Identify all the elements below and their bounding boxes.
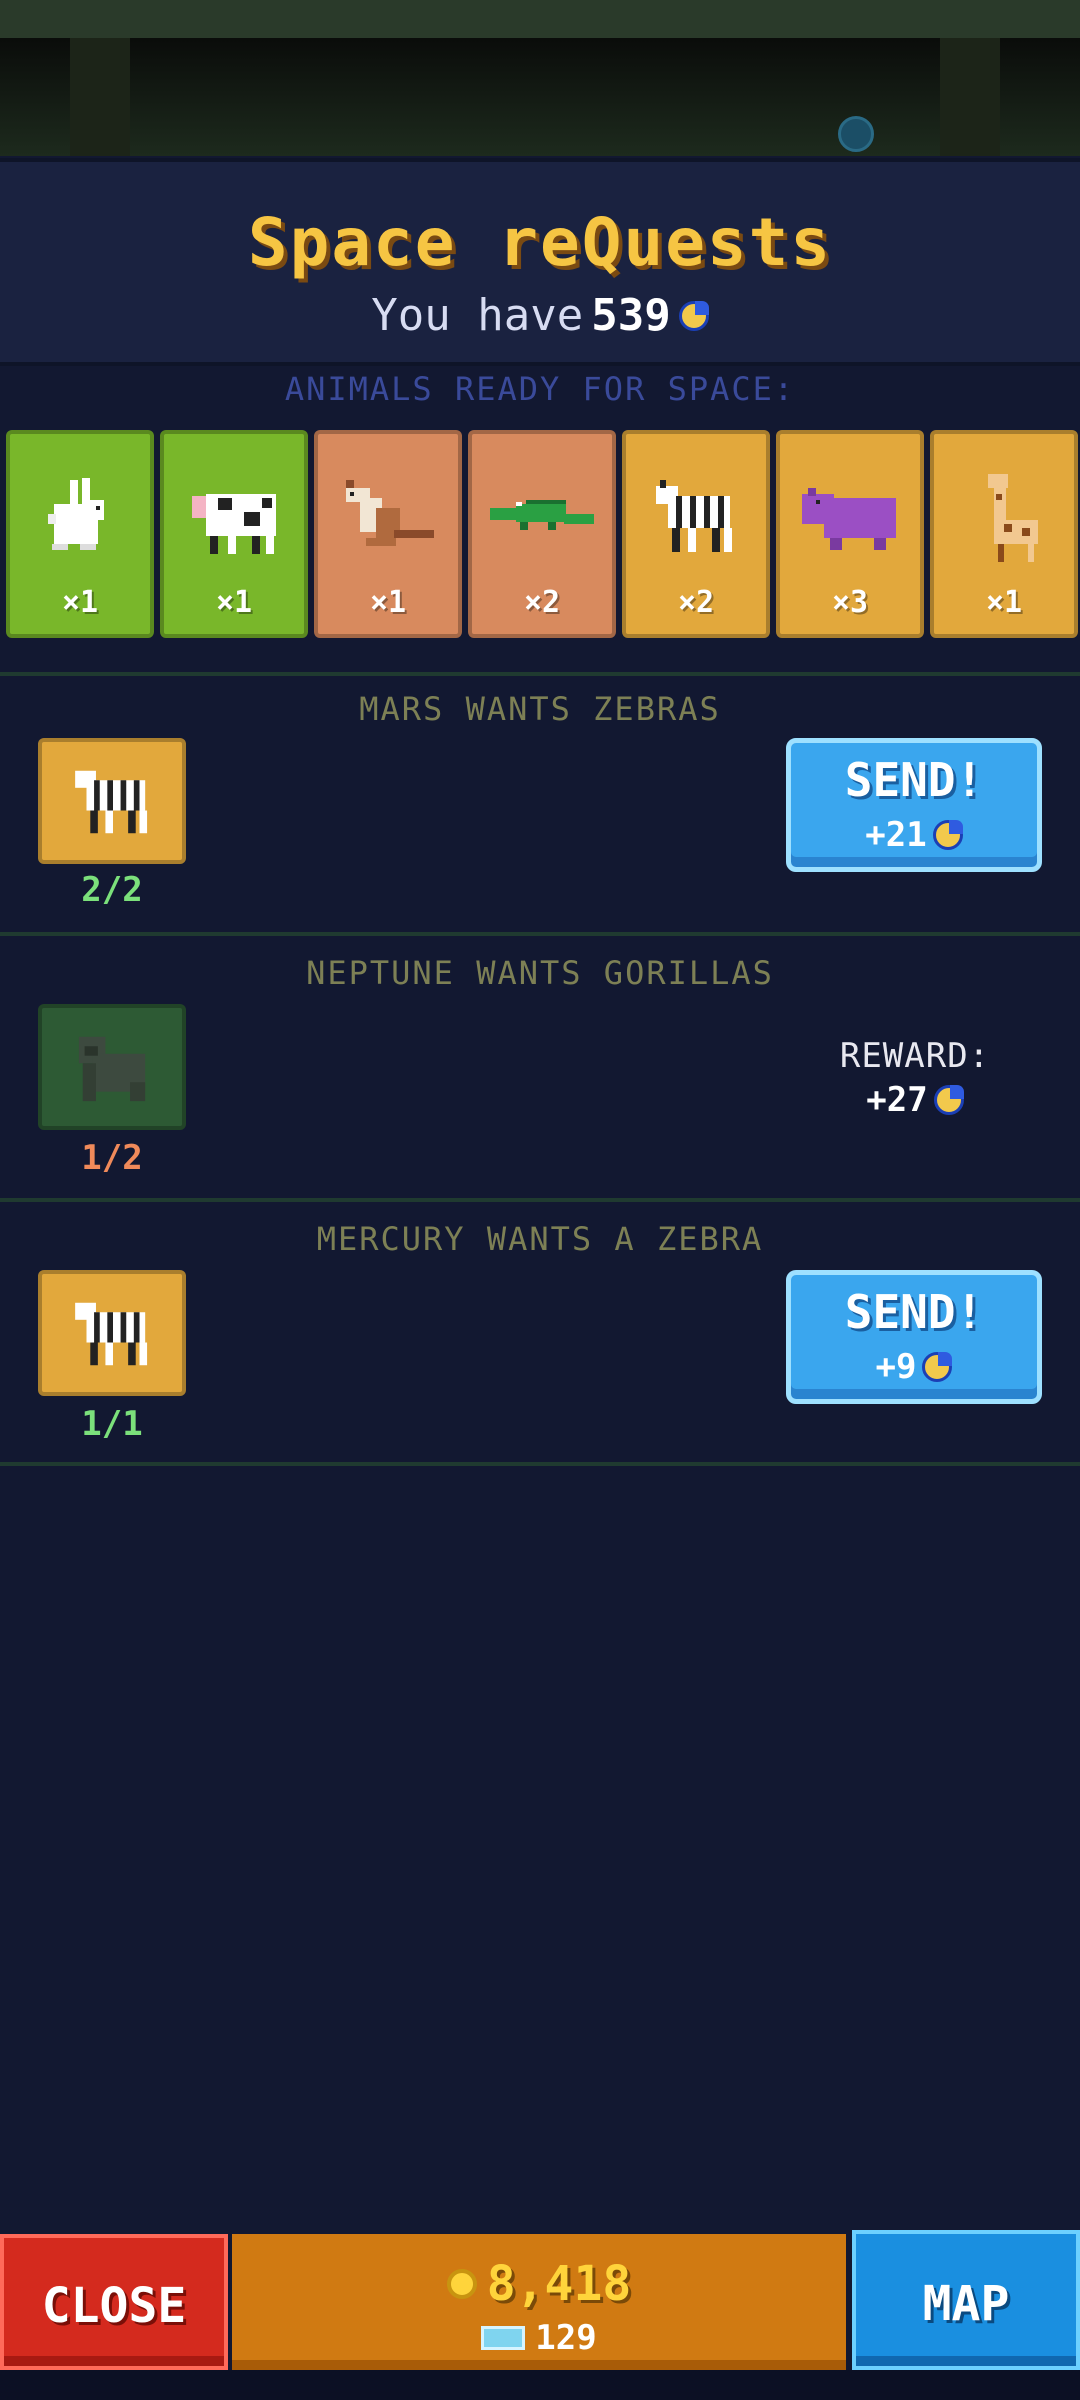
close-button-label: CLOSE <box>41 2278 187 2334</box>
zebra-icon <box>75 770 148 834</box>
gem-ticket-icon <box>481 2326 526 2350</box>
animal-count: ×1 <box>215 585 253 620</box>
zebra-icon <box>656 480 732 552</box>
reward-label: REWARD: <box>839 1036 991 1076</box>
send-button[interactable]: SEND! +9 <box>786 1270 1042 1404</box>
scene-pillar <box>940 38 1000 156</box>
animal-count: ×2 <box>523 585 561 620</box>
animal-card-rabbit[interactable]: ×1 <box>6 430 154 638</box>
close-button[interactable]: CLOSE <box>0 2234 228 2370</box>
bottom-bar: CLOSE 8,418 129 MAP <box>0 2230 1080 2370</box>
animal-count: ×1 <box>61 585 99 620</box>
animal-card-kangaroo[interactable]: ×1 <box>314 430 462 638</box>
space-coin-icon <box>678 300 709 331</box>
send-button[interactable]: SEND! +21 <box>786 738 1042 872</box>
send-reward: +9 <box>791 1347 1037 1387</box>
currency-panel: 8,418 129 <box>232 2234 846 2370</box>
space-coin-icon <box>922 1352 953 1382</box>
animal-count: ×3 <box>831 585 869 620</box>
gem-amount: 129 <box>535 2318 597 2358</box>
quest-animal-card <box>38 738 186 864</box>
background-scene <box>0 38 1080 156</box>
animal-card-cow[interactable]: ×1 <box>160 430 308 638</box>
send-button-label: SEND! <box>844 1285 984 1339</box>
scene-ball-icon <box>838 116 874 152</box>
reward-info: REWARD: +27 <box>800 1036 1030 1120</box>
space-coin-icon <box>932 820 963 850</box>
quest-title: MERCURY WANTS A ZEBRA <box>316 1220 764 1258</box>
send-button-label: SEND! <box>844 753 984 807</box>
top-band <box>0 0 1080 38</box>
space-coin-balance: You have 539 <box>0 290 1080 341</box>
animals-ready-label: ANIMALS READY FOR SPACE: <box>284 370 796 408</box>
requests-header: Space reQuests You have 539 <box>0 158 1080 366</box>
animal-card-crocodile[interactable]: ×2 <box>468 430 616 638</box>
reward-amount: +27 <box>866 1080 928 1120</box>
quest-progress: 2/2 <box>81 870 143 910</box>
reward-value: +27 <box>800 1080 1030 1120</box>
gold-balance: 8,418 <box>232 2256 846 2312</box>
gem-balance: 129 <box>232 2318 846 2358</box>
section-divider <box>0 672 1080 676</box>
section-divider <box>0 932 1080 936</box>
balance-value: 539 <box>591 290 671 341</box>
animal-count: ×2 <box>677 585 715 620</box>
quest-animal-card <box>38 1004 186 1130</box>
rabbit-icon <box>48 478 104 550</box>
quest-title: MARS WANTS ZEBRAS <box>359 690 721 728</box>
zebra-icon <box>75 1302 148 1366</box>
quest-progress: 1/1 <box>81 1404 143 1444</box>
animal-card-zebra[interactable]: ×2 <box>622 430 770 638</box>
giraffe-icon <box>988 474 1038 562</box>
animal-count: ×1 <box>985 585 1023 620</box>
section-divider <box>0 1462 1080 1466</box>
map-button[interactable]: MAP <box>852 2230 1080 2370</box>
quest-animal-card <box>38 1270 186 1396</box>
crocodile-icon <box>490 500 594 530</box>
send-reward: +21 <box>791 815 1037 855</box>
bottom-strip <box>0 2370 1080 2400</box>
animal-count: ×1 <box>369 585 407 620</box>
balance-prefix: You have <box>371 290 584 341</box>
animal-card-giraffe[interactable]: ×1 <box>930 430 1078 638</box>
space-coin-icon <box>933 1085 964 1115</box>
animal-card-hippo[interactable]: ×3 <box>776 430 924 638</box>
kangaroo-icon <box>346 480 434 546</box>
cow-icon <box>192 494 276 554</box>
scene-pillar <box>70 38 130 156</box>
gold-coin-icon <box>446 2269 477 2299</box>
gold-amount: 8,418 <box>486 2256 632 2312</box>
quest-progress: 1/2 <box>81 1138 143 1178</box>
reward-amount: +21 <box>865 815 927 855</box>
map-button-label: MAP <box>922 2276 1010 2332</box>
hippo-icon <box>802 488 896 550</box>
section-divider <box>0 1198 1080 1202</box>
quest-title: NEPTUNE WANTS GORILLAS <box>306 954 774 992</box>
animals-ready-row[interactable]: ×1 ×1 ×1 ×2 ×2 ×3 ×1 <box>0 426 1080 644</box>
page-title: Space reQuests <box>247 204 833 281</box>
reward-amount: +9 <box>875 1347 917 1387</box>
gorilla-icon <box>78 1036 146 1102</box>
